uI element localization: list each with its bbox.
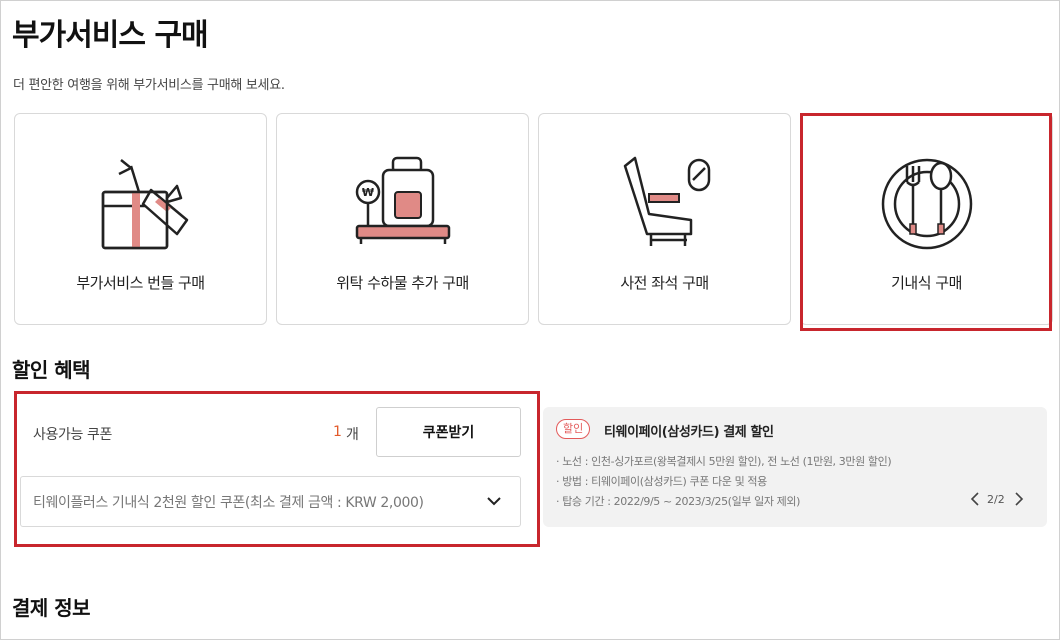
promo-pager: 2/2 (987, 493, 1005, 506)
discount-badge: 할인 (556, 419, 591, 439)
promo-line-period: · 탑승 기간 : 2022/9/5 ~ 2023/3/25(일부 일자 제외) (556, 495, 800, 508)
promo-banner: 할인 티웨이페이(삼성카드) 결제 할인 · 노선 : 인천-싱가포르(왕복결제… (543, 407, 1047, 527)
promo-line-method: · 방법 : 티웨이페이(삼성카드) 쿠폰 다운 및 적용 (556, 475, 767, 488)
service-card-luggage[interactable]: ₩ 위탁 수하물 추가 구매 (276, 113, 529, 325)
service-card-seat[interactable]: 사전 좌석 구매 (538, 113, 791, 325)
discount-section-title: 할인 혜택 (12, 358, 91, 382)
chevron-left-icon[interactable] (969, 491, 981, 507)
promo-title: 티웨이페이(삼성카드) 결제 할인 (604, 425, 774, 440)
chevron-right-icon[interactable] (1013, 491, 1025, 507)
gift-bundle-icon (101, 159, 188, 250)
page-title: 부가서비스 구매 (12, 18, 209, 53)
service-card-bundle-label: 부가서비스 번들 구매 (76, 274, 205, 292)
seat-icon (623, 156, 710, 246)
service-card-luggage-label: 위탁 수하물 추가 구매 (336, 274, 469, 292)
page-subtitle: 더 편안한 여행을 위해 부가서비스를 구매해 보세요. (13, 78, 285, 93)
payment-section-title: 결제 정보 (12, 596, 91, 620)
promo-line-route: · 노선 : 인천-싱가포르(왕복결제시 5만원 할인), 전 노선 (1만원,… (556, 455, 892, 468)
meal-card-highlight (800, 113, 1052, 331)
service-card-bundle[interactable]: 부가서비스 번들 구매 (14, 113, 267, 325)
service-card-seat-label: 사전 좌석 구매 (620, 274, 709, 292)
svg-text:₩: ₩ (361, 186, 373, 199)
luggage-icon: ₩ (355, 156, 450, 244)
coupon-highlight (14, 391, 540, 547)
